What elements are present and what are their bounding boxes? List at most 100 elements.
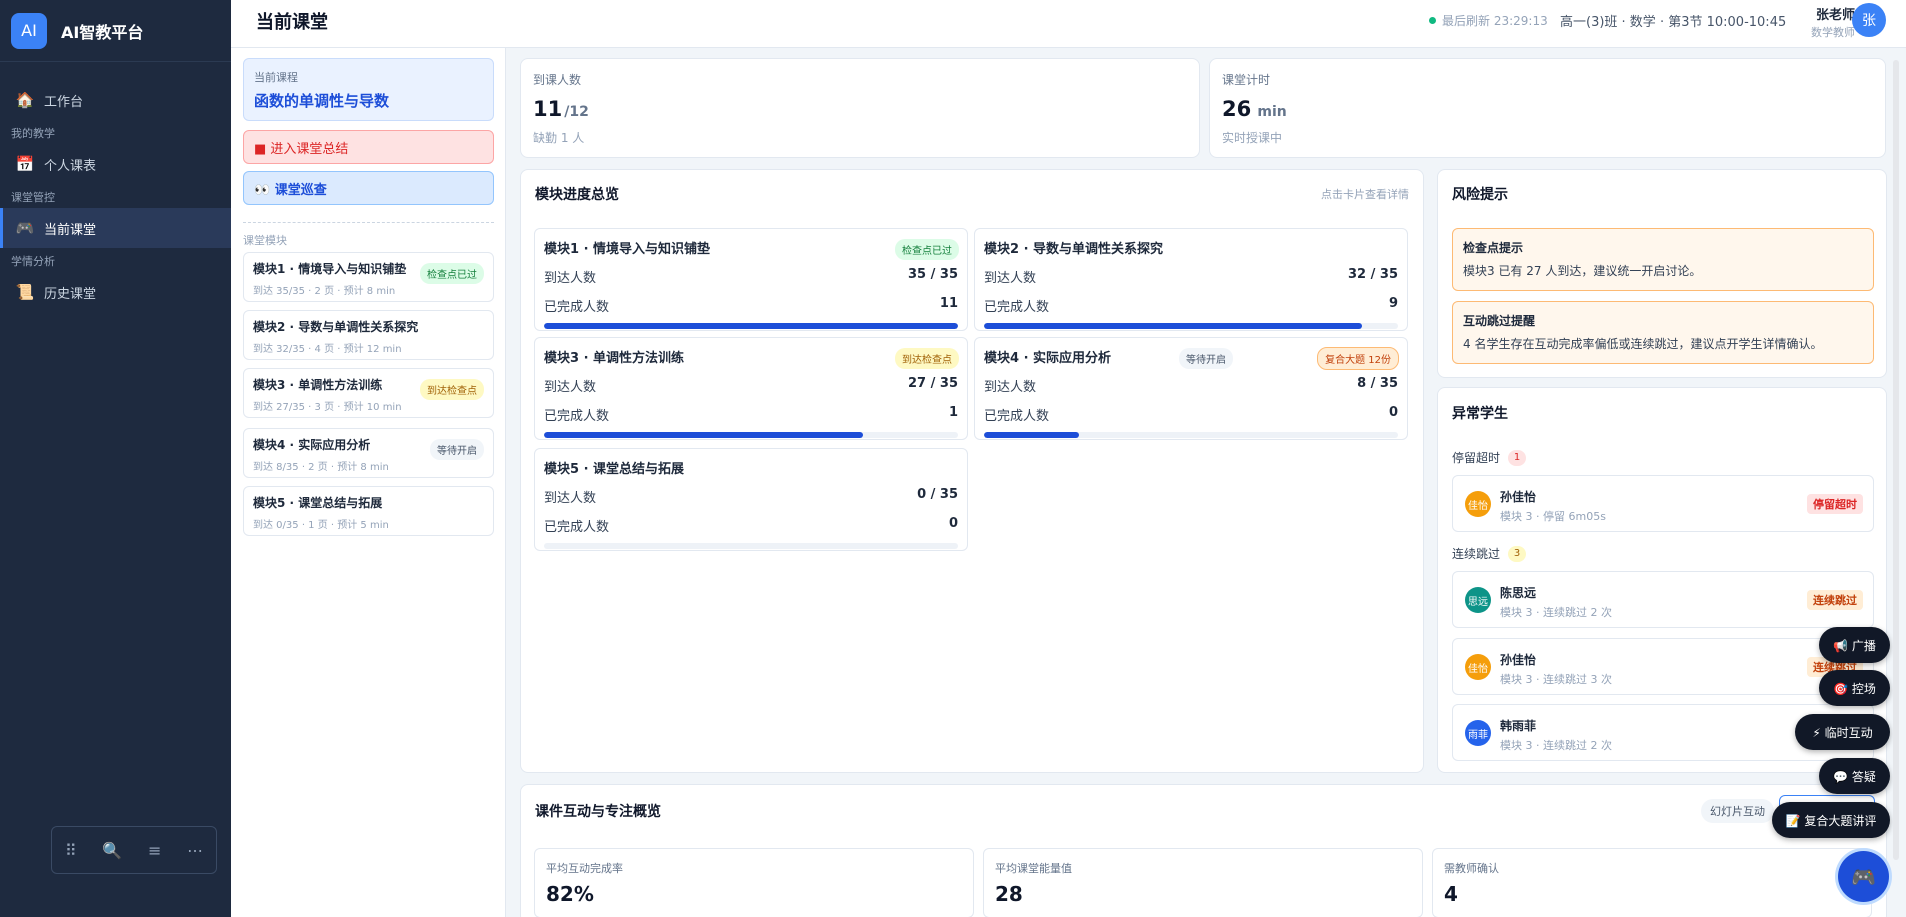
- module-item-3[interactable]: 模块3 · 单调性方法训练 到达 27/35 · 3 页 · 预计 10 min…: [243, 368, 494, 418]
- student-desc: 模块 3 · 停留 6m05s: [1500, 510, 1606, 523]
- progress-card-2[interactable]: 模块2 · 导数与单调性关系探究 到达人数 32 / 35 已完成人数 9: [974, 228, 1408, 331]
- control-button[interactable]: 🎯 控场: [1819, 670, 1890, 706]
- status-badge: 到达检查点: [895, 348, 959, 369]
- student-avatar: 雨菲: [1465, 720, 1491, 746]
- search-icon[interactable]: 🔍: [102, 841, 122, 860]
- kpi-needs-confirm: 需教师确认 4: [1432, 848, 1872, 917]
- module-sub: 到达 32/35 · 4 页 · 预计 12 min: [253, 344, 402, 355]
- teacher-name: 张老师: [1815, 8, 1855, 23]
- progress-bar: [544, 323, 958, 329]
- group-label: 连续跳过: [1452, 547, 1501, 561]
- gamepad-icon[interactable]: 🎮: [1838, 851, 1889, 902]
- module-sub: 到达 8/35 · 2 页 · 预计 8 min: [253, 462, 389, 473]
- progress-card-1[interactable]: 模块1 · 情境导入与知识铺垫 检查点已过 到达人数 35 / 35 已完成人数 1…: [534, 228, 968, 331]
- nav-label: 当前课堂: [44, 222, 97, 238]
- module-sub: 到达 35/35 · 2 页 · 预计 8 min: [253, 286, 396, 297]
- temp-interaction-button[interactable]: ⚡ 临时互动: [1795, 714, 1890, 750]
- progress-card-5[interactable]: 模块5 · 课堂总结与拓展 到达人数 0 / 35 已完成人数 0: [534, 448, 968, 551]
- nav-label: 工作台: [44, 94, 84, 110]
- completed-label: 已完成人数: [544, 300, 610, 315]
- module-sub: 到达 27/35 · 3 页 · 预计 10 min: [253, 402, 402, 413]
- attendance-count: 11: [533, 97, 563, 121]
- module-progress-panel: 模块进度总览 点击卡片查看详情 模块1 · 情境导入与知识铺垫 检查点已过 到达…: [520, 169, 1424, 773]
- kpi-label: 需教师确认: [1444, 862, 1499, 875]
- student-desc: 模块 3 · 连续跳过 2 次: [1500, 739, 1612, 752]
- arrived-label: 到达人数: [544, 271, 597, 286]
- panel-title: 模块进度总览: [535, 187, 619, 203]
- live-dot-icon: [1429, 17, 1436, 24]
- nav-item-history[interactable]: 📜 历史课堂: [0, 272, 231, 312]
- nav-item-workbench[interactable]: 🏠 工作台: [0, 80, 231, 120]
- more-icon[interactable]: ⋯: [187, 841, 203, 860]
- student-item[interactable]: 佳怡 孙佳怡 模块 3 · 连续跳过 3 次 连续跳过: [1452, 638, 1874, 695]
- teacher-role: 数学教师: [1811, 26, 1855, 39]
- kpi-value: 28: [995, 882, 1023, 906]
- nav-item-current-class[interactable]: 🎮 当前课堂: [0, 208, 231, 248]
- module-item-2[interactable]: 模块2 · 导数与单调性关系探究 到达 32/35 · 4 页 · 预计 12 …: [243, 310, 494, 360]
- composite-review-button[interactable]: 📝 复合大题讲评: [1772, 802, 1890, 838]
- brand-logo: AI: [11, 12, 47, 49]
- enter-summary-button[interactable]: ■ 进入课堂总结: [243, 130, 494, 164]
- status-badge: 到达检查点: [420, 379, 484, 400]
- menu-icon[interactable]: ≡: [148, 841, 161, 860]
- gamepad-icon: 🎮: [15, 219, 35, 237]
- panel-title: 异常学生: [1452, 406, 1508, 422]
- module-item-5[interactable]: 模块5 · 课堂总结与拓展 到达 0/35 · 1 页 · 预计 5 min: [243, 486, 494, 536]
- risk-desc: 模块3 已有 27 人到达，建议统一开启讨论。: [1463, 264, 1702, 278]
- nav-label: 个人课表: [44, 158, 97, 174]
- arrived-label: 到达人数: [544, 380, 597, 395]
- scroll-icon: 📜: [15, 283, 35, 301]
- class-patrol-button[interactable]: 👀 课堂巡查: [243, 171, 494, 205]
- progress-fill: [544, 432, 864, 438]
- attendance-total: /12: [564, 104, 589, 120]
- nav-item-schedule[interactable]: 📅 个人课表: [0, 144, 231, 184]
- refresh-status: 最后刷新 23:29:13: [1429, 12, 1548, 29]
- completed-label: 已完成人数: [544, 520, 610, 535]
- progress-fill: [984, 323, 1363, 329]
- arrived-label: 到达人数: [544, 491, 597, 506]
- qa-button[interactable]: 💬 答疑: [1819, 758, 1890, 794]
- arrived-value: 8 / 35: [1357, 376, 1398, 391]
- student-name: 孙佳怡: [1500, 490, 1537, 504]
- module-item-4[interactable]: 模块4 · 实际应用分析 到达 8/35 · 2 页 · 预计 8 min 等待…: [243, 428, 494, 478]
- stat-label: 课堂计时: [1222, 73, 1271, 87]
- risk-item-skip: 互动跳过提醒 4 名学生存在互动完成率偏低或连续跳过，建议点开学生详情确认。: [1452, 301, 1874, 364]
- student-item[interactable]: 佳怡 孙佳怡 模块 3 · 停留 6m05s 停留超时: [1452, 475, 1874, 532]
- completed-value: 0: [948, 516, 958, 531]
- completed-value: 11: [939, 296, 958, 311]
- nav-group-my-teaching: 我的教学: [11, 127, 55, 140]
- student-avatar: 佳怡: [1465, 654, 1491, 680]
- arrived-value: 27 / 35: [908, 376, 958, 391]
- completed-label: 已完成人数: [984, 409, 1050, 424]
- drag-handle-icon[interactable]: ⠿: [65, 841, 77, 860]
- tab-slides-interaction[interactable]: 幻灯片互动: [1701, 799, 1774, 823]
- kpi-energy: 平均课堂能量值 28: [983, 848, 1423, 917]
- completed-value: 1: [948, 405, 958, 420]
- broadcast-button[interactable]: 📢 广播: [1819, 627, 1890, 663]
- arrived-value: 35 / 35: [908, 267, 958, 282]
- progress-bar: [544, 432, 958, 438]
- module-title: 模块5 · 课堂总结与拓展: [253, 496, 383, 510]
- student-item[interactable]: 思远 陈思远 模块 3 · 连续跳过 2 次 连续跳过: [1452, 571, 1874, 628]
- progress-card-3[interactable]: 模块3 · 单调性方法训练 到达检查点 到达人数 27 / 35 已完成人数 1: [534, 337, 968, 440]
- student-tag: 停留超时: [1807, 494, 1863, 514]
- top-header: 当前课堂 最后刷新 23:29:13 高一(3)班 · 数学 · 第3节 10:…: [231, 0, 1906, 48]
- progress-card-4[interactable]: 模块4 · 实际应用分析 等待开启 复合大题 12份 到达人数 8 / 35 已完…: [974, 337, 1408, 440]
- completed-value: 9: [1388, 296, 1398, 311]
- progress-bar: [544, 543, 958, 549]
- avatar[interactable]: 张: [1852, 3, 1886, 37]
- kpi-value: 4: [1444, 882, 1458, 906]
- panel-hint: 点击卡片查看详情: [1321, 188, 1409, 201]
- module-title: 模块2 · 导数与单调性关系探究: [253, 320, 419, 334]
- timer-card: 课堂计时 26 min 实时授课中: [1209, 58, 1886, 158]
- arrived-value: 0 / 35: [917, 487, 958, 502]
- course-name: 函数的单调性与导数: [254, 92, 390, 110]
- group-consecutive-skip: 连续跳过 3: [1452, 545, 1527, 562]
- kpi-label: 平均互动完成率: [546, 862, 623, 875]
- completed-label: 已完成人数: [984, 300, 1050, 315]
- scrollbar[interactable]: [1893, 60, 1899, 860]
- module-item-1[interactable]: 模块1 · 情境导入与知识铺垫 到达 35/35 · 2 页 · 预计 8 mi…: [243, 252, 494, 302]
- calendar-icon: 📅: [15, 155, 35, 173]
- risk-title: 互动跳过提醒: [1463, 314, 1536, 328]
- group-stay-timeout: 停留超时 1: [1452, 449, 1527, 466]
